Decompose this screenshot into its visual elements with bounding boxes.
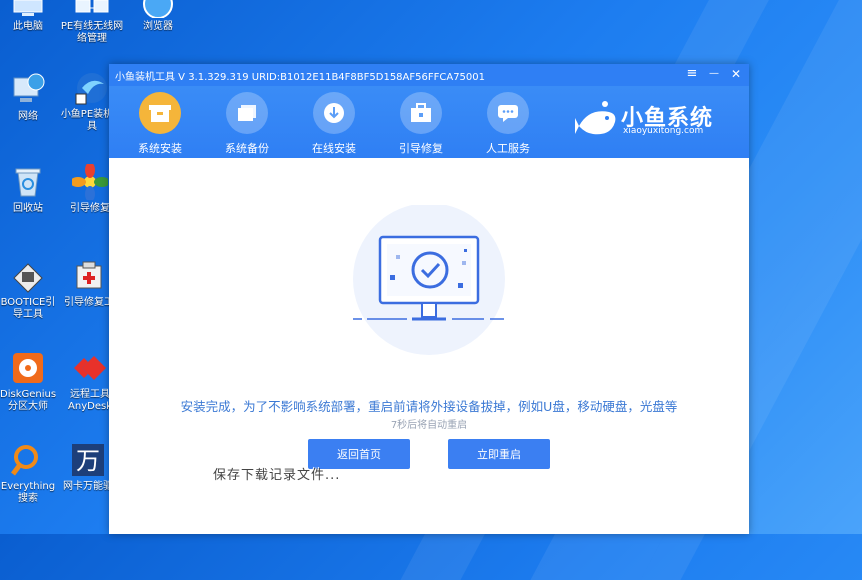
network-manager-icon: [74, 0, 110, 18]
tab-system-install[interactable]: 系统安装: [125, 90, 195, 156]
content-area: 安装完成，为了不影响系统部署，重启前请将外接设备拔掉，例如U盘，移动硬盘，光盘等…: [109, 158, 749, 534]
tab-system-backup[interactable]: 系统备份: [212, 90, 282, 156]
save-log-overlay-text: 保存下载记录文件...: [213, 468, 341, 483]
boot-repair-tool-icon: [71, 258, 107, 294]
desktop-icon-network[interactable]: 网络: [0, 72, 56, 123]
boot-repair-icon: [70, 162, 110, 202]
svg-text:万: 万: [76, 447, 100, 475]
system-install-icon: [139, 92, 181, 134]
tab-label: 系统安装: [138, 142, 182, 155]
desktop-icon-nic-driver[interactable]: 万 网卡万能驱: [60, 442, 116, 493]
desktop-icon-bootice[interactable]: BOOTICE引导工具: [0, 258, 56, 321]
tab-label: 引导修复: [399, 142, 443, 155]
tab-online-install[interactable]: 在线安装: [299, 90, 369, 156]
desktop-icon-diskgenius[interactable]: DiskGenius分区大师: [0, 350, 56, 413]
network-icon: [10, 72, 46, 108]
system-backup-icon: [226, 92, 268, 134]
install-complete-illustration: [352, 203, 507, 360]
boot-repair-icon: [400, 92, 442, 134]
window-title: 小鱼装机工具 V 3.1.329.319 URID:B1012E11B4F8BF…: [115, 71, 486, 83]
brand-url: xiaoyuxitong.com: [623, 126, 704, 136]
anydesk-icon: [72, 350, 108, 386]
diskgenius-icon: [10, 350, 46, 386]
tab-label: 人工服务: [486, 142, 530, 155]
customer-service-icon: [487, 92, 529, 134]
close-button[interactable]: ✕: [729, 66, 743, 82]
installer-window: 小鱼装机工具 V 3.1.329.319 URID:B1012E11B4F8BF…: [109, 64, 749, 534]
nic-driver-icon: 万: [70, 442, 106, 478]
restart-now-button[interactable]: 立即重启: [448, 439, 550, 469]
bootice-icon: [10, 258, 46, 294]
fish-logo-icon: [575, 101, 616, 135]
brand-logo: 小鱼系统 xiaoyuxitong.com: [575, 100, 735, 144]
menu-icon[interactable]: ≡: [685, 66, 699, 82]
online-install-icon: [313, 92, 355, 134]
install-complete-message: 安装完成，为了不影响系统部署，重启前请将外接设备拔掉，例如U盘，移动硬盘，光盘等: [180, 399, 678, 414]
tab-boot-repair[interactable]: 引导修复: [386, 90, 456, 156]
tab-customer-service[interactable]: 人工服务: [473, 90, 543, 156]
main-toolbar: 系统安装 系统备份 在线安装 引导修复 人工服务 小鱼系统 xiaoyuxito…: [109, 86, 749, 158]
desktop-icon-recycle-bin[interactable]: 回收站: [0, 164, 56, 215]
browser-icon: [140, 0, 176, 19]
tab-label: 系统备份: [225, 142, 269, 155]
everything-search-icon: [10, 442, 46, 478]
desktop-icon-this-pc[interactable]: 此电脑: [0, 0, 56, 33]
computer-icon: [10, 0, 46, 18]
desktop-icon-pe-network[interactable]: PE有线无线网络管理: [60, 0, 124, 45]
xiaoyu-pe-icon: [74, 70, 110, 106]
recycle-bin-icon: [10, 164, 46, 200]
tab-label: 在线安装: [312, 142, 356, 155]
desktop-icon-everything[interactable]: Everything搜索: [0, 442, 56, 505]
title-bar[interactable]: 小鱼装机工具 V 3.1.329.319 URID:B1012E11B4F8BF…: [109, 64, 749, 86]
restart-countdown: 7秒后将自动重启: [390, 420, 468, 431]
minimize-button[interactable]: —: [707, 66, 721, 82]
desktop-icon-browser[interactable]: 浏览器: [130, 0, 186, 33]
